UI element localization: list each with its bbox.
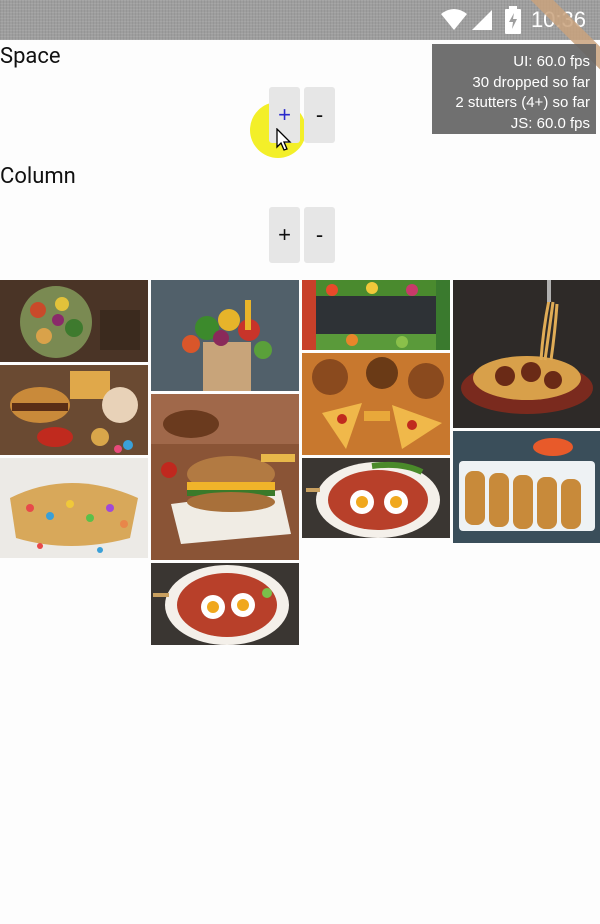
cell-signal-icon [470, 8, 494, 36]
battery-charging-icon [505, 6, 521, 38]
space-minus-button[interactable]: - [304, 87, 335, 143]
perf-ui-fps: UI: 60.0 fps [513, 53, 590, 70]
gallery-image-fast-food[interactable] [0, 365, 148, 455]
gallery-image-spring-rolls[interactable] [453, 431, 600, 543]
perf-dropped: 30 dropped so far [472, 73, 590, 91]
space-label: Space [0, 44, 61, 69]
perf-stutters: 2 stutters (4+) so far [455, 94, 590, 111]
perf-js-fps: JS: 60.0 fps [510, 114, 590, 132]
gallery-image-burgers-pizza[interactable] [302, 353, 450, 455]
column-minus-button[interactable]: - [304, 207, 335, 263]
gallery-image-vegetables-bowl[interactable] [0, 280, 148, 362]
gallery-image-shakshuka-1[interactable] [302, 458, 450, 538]
wifi-icon [440, 8, 468, 36]
column-plus-button[interactable]: + [269, 207, 300, 263]
mouse-cursor-icon [276, 127, 292, 156]
gallery-image-burger-wrapper[interactable] [151, 394, 299, 560]
perf-monitor: UI: 60.0 fps 30 dropped so far 2 stutter… [432, 44, 596, 134]
gallery-image-vegetables-bag[interactable] [151, 280, 299, 391]
gallery-image-vegetable-frame[interactable] [302, 280, 450, 350]
gallery-image-spaghetti[interactable] [453, 280, 600, 428]
gallery-image-shakshuka-2[interactable] [151, 563, 299, 645]
gallery-image-waffle-candies[interactable] [0, 458, 148, 558]
status-bar: 10:36 [0, 0, 600, 40]
column-label: Column [0, 164, 76, 189]
